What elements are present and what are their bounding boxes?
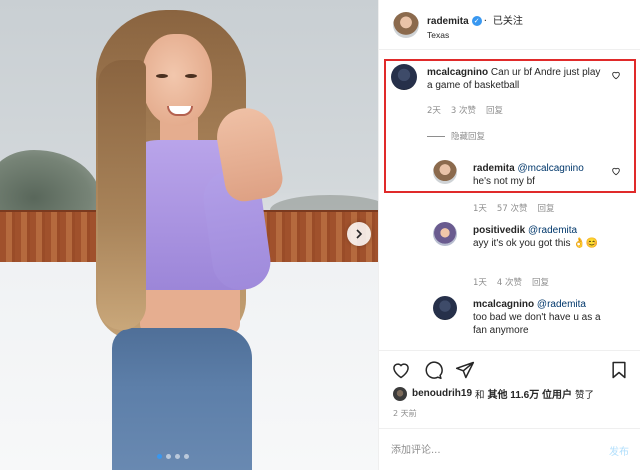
follow-button[interactable]: 已关注 <box>493 16 523 27</box>
comment-text: ayy it's ok you got this 👌😊 <box>473 238 599 249</box>
person-jeans <box>112 328 252 470</box>
comment-likes-count[interactable]: 4 次赞 <box>497 276 522 288</box>
comment-meta: 1天 4 次赞 回复 <box>473 276 549 288</box>
person-eye-left <box>156 74 168 78</box>
post-time-ago[interactable]: 2 天前 <box>393 408 417 419</box>
likes-summary: benoudrih19 和 其他 11.6万 位用户 赞了 <box>393 386 594 401</box>
carousel-dot <box>184 454 189 459</box>
likes-others-count[interactable]: 其他 11.6万 位用户 <box>488 386 572 401</box>
carousel-dot <box>166 454 171 459</box>
chevron-right-icon <box>356 229 363 239</box>
post-comment-button[interactable]: 发布 <box>609 443 629 458</box>
comment-reply-button[interactable]: 回复 <box>537 202 554 214</box>
share-paper-plane-icon[interactable] <box>455 360 475 380</box>
comment-body: mcalcagnino @rademita too bad we don't h… <box>473 298 603 337</box>
likes-and-text: 和 <box>475 389 485 401</box>
person-midriff <box>140 286 240 334</box>
likes-liked-text: 赞了 <box>575 389 595 401</box>
bookmark-icon[interactable] <box>609 360 629 380</box>
avatar[interactable] <box>433 222 457 246</box>
post-header: rademita ✓ · 已关注 Texas <box>379 0 640 50</box>
author-line: rademita ✓ · 已关注 <box>427 12 523 27</box>
post-location[interactable]: Texas <box>427 30 449 40</box>
separator-dot: · <box>483 16 487 27</box>
liker-username[interactable]: benoudrih19 <box>412 388 472 399</box>
comment-likes-count[interactable]: 57 次赞 <box>497 202 528 214</box>
carousel-indicator <box>157 454 189 459</box>
comment-time: 1天 <box>473 278 487 288</box>
comment-input[interactable] <box>391 441 591 459</box>
comment-mention[interactable]: @rademita <box>537 299 586 310</box>
comment-text: too bad we don't have u as a fan anymore <box>473 312 601 336</box>
comment-username[interactable]: mcalcagnino <box>473 299 534 310</box>
like-heart-icon[interactable] <box>391 360 411 380</box>
carousel-dot <box>157 454 162 459</box>
post-details-panel: rademita ✓ · 已关注 Texas mcalcagnino Can ur b… <box>378 0 640 470</box>
verified-badge-icon: ✓ <box>471 16 482 26</box>
comment-body: positivedik @rademita ayy it's ok you go… <box>473 224 613 250</box>
author-username[interactable]: rademita <box>427 16 469 27</box>
carousel-next-button[interactable] <box>347 222 371 246</box>
post-action-bar <box>379 350 640 382</box>
person-hair-front <box>98 60 146 330</box>
avatar[interactable] <box>393 386 407 401</box>
add-comment-bar: 发布 <box>379 428 640 470</box>
comment-meta: 1天 57 次赞 回复 <box>473 202 554 214</box>
comment-time: 1天 <box>473 204 487 214</box>
post-photo[interactable] <box>0 0 378 470</box>
avatar[interactable] <box>433 296 457 320</box>
avatar[interactable] <box>393 12 419 38</box>
comment-bubble-icon[interactable] <box>423 360 443 380</box>
comment-mention[interactable]: @rademita <box>528 225 577 236</box>
person-eye-right <box>185 74 197 78</box>
comment-username[interactable]: positivedik <box>473 225 525 236</box>
comment-reply-button[interactable]: 回复 <box>532 276 549 288</box>
carousel-dot <box>175 454 180 459</box>
red-highlight-box <box>384 59 636 193</box>
